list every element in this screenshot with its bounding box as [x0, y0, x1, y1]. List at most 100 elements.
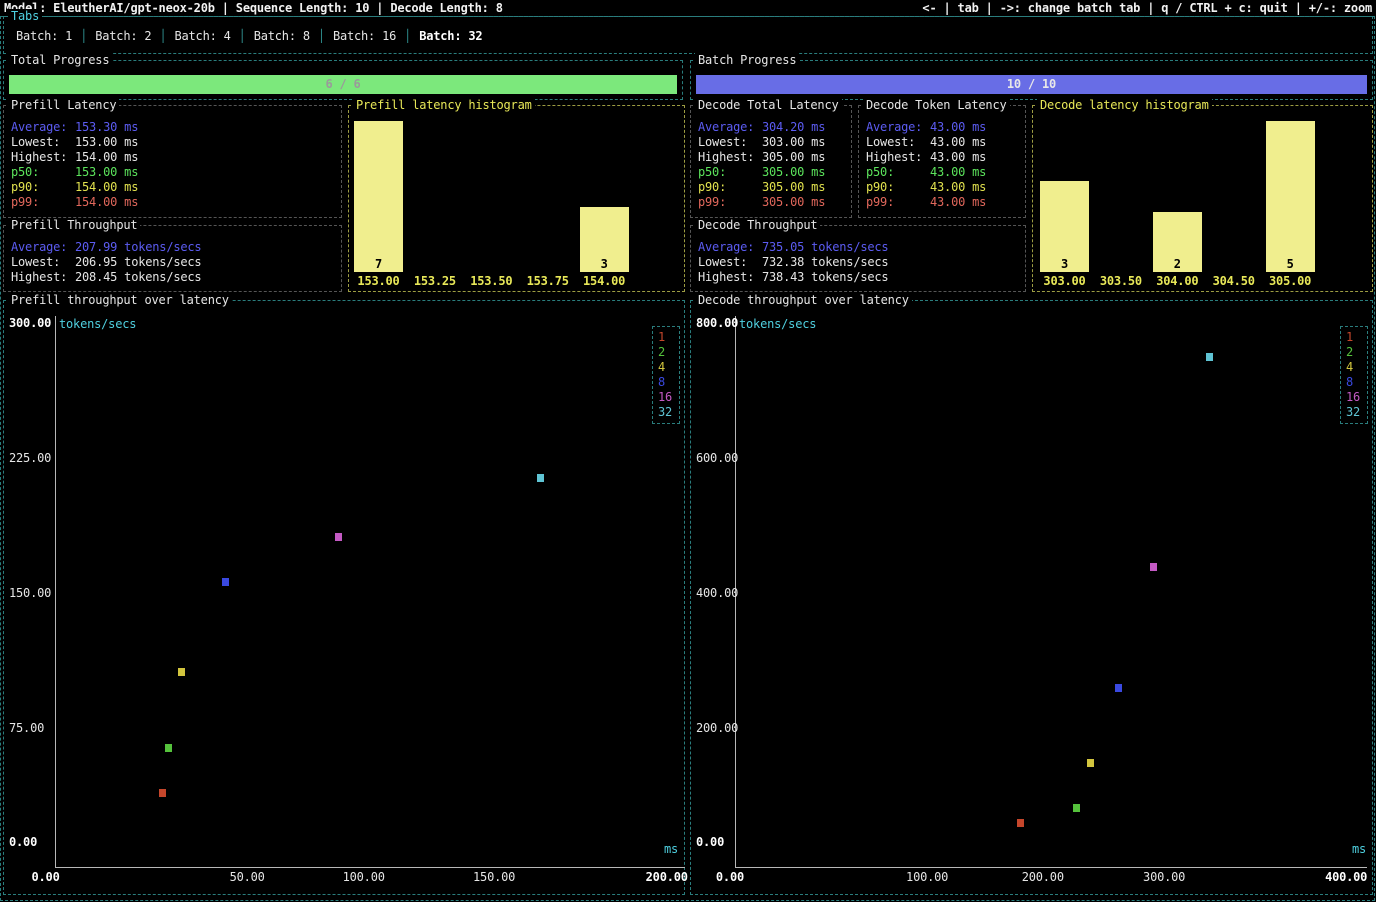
- y-tick-label: 0.00: [9, 835, 37, 850]
- stat-row-highest: Highest:43.00 ms: [866, 150, 1021, 165]
- legend-item-batch-8: 8: [658, 375, 679, 390]
- scatter-point-batch-4: [178, 668, 185, 676]
- prefill-scatter-title: Prefill throughput over latency: [8, 293, 232, 308]
- histogram-x-label: 153.25: [410, 274, 459, 289]
- total-progress-title: Total Progress: [8, 53, 112, 68]
- stat-row-p50: p50:43.00 ms: [866, 165, 1021, 180]
- y-tick-label: 75.00: [9, 721, 44, 736]
- legend-item-batch-4: 4: [1346, 360, 1367, 375]
- stat-row-average: Average:735.05 tokens/secs: [698, 240, 1021, 255]
- tab-separator: │: [159, 29, 166, 44]
- histogram-bar: 7: [354, 121, 403, 272]
- decode-token-latency-panel: Decode Token Latency Average:43.00 msLow…: [858, 105, 1026, 218]
- stat-row-p99: p99:43.00 ms: [866, 195, 1021, 210]
- stat-row-lowest: Lowest:303.00 ms: [698, 135, 847, 150]
- tab-batch-32[interactable]: Batch: 32: [411, 29, 490, 44]
- x-tick-label: 100.00: [343, 870, 385, 885]
- decode-total-latency-title: Decode Total Latency: [695, 98, 842, 113]
- batch-progress-panel: Batch Progress 10 / 10: [690, 60, 1373, 100]
- y-axis-unit-label: tokens/secs: [739, 317, 816, 332]
- tab-batch-8[interactable]: Batch: 8: [246, 29, 318, 44]
- stat-row-average: Average:304.20 ms: [698, 120, 847, 135]
- y-tick-label: 200.00: [696, 721, 738, 736]
- prefill-scatter-panel: Prefill throughput over latency tokens/s…: [3, 300, 685, 895]
- y-axis-line: [55, 316, 56, 867]
- tab-batch-16[interactable]: Batch: 16: [325, 29, 404, 44]
- decode-token-latency-title: Decode Token Latency: [863, 98, 1010, 113]
- batch-progress-title: Batch Progress: [695, 53, 799, 68]
- decode-throughput-title: Decode Throughput: [695, 218, 820, 233]
- y-tick-label: 225.00: [9, 451, 51, 466]
- histogram-bar-count: 3: [580, 257, 629, 272]
- histogram-bar: 3: [1040, 181, 1089, 272]
- keyboard-hints: <- | tab | ->: change batch tab | q / CT…: [922, 1, 1372, 15]
- tab-bar: Batch: 1│Batch: 2│Batch: 4│Batch: 8│Batc…: [8, 29, 1368, 44]
- model-info: Model: EleutherAI/gpt-neox-20b | Sequenc…: [4, 1, 503, 15]
- x-tick-row: 0.0050.00100.00150.00200.00: [55, 870, 685, 885]
- x-tick-label: 200.00: [646, 870, 688, 885]
- stat-row-lowest: Lowest:153.00 ms: [11, 135, 337, 150]
- tab-batch-1[interactable]: Batch: 1: [8, 29, 80, 44]
- scatter-point-batch-8: [1115, 684, 1122, 692]
- prefill-latency-panel: Prefill Latency Average:153.30 msLowest:…: [3, 105, 342, 218]
- x-tick-row: 0.00100.00200.00300.00400.00: [735, 870, 1367, 885]
- tab-batch-4[interactable]: Batch: 4: [166, 29, 238, 44]
- decode-histogram-panel: Decode latency histogram 325 303.00303.5…: [1032, 105, 1373, 292]
- legend-item-batch-1: 1: [1346, 330, 1367, 345]
- x-axis-line: [55, 867, 685, 868]
- stat-row-lowest: Lowest:732.38 tokens/secs: [698, 255, 1021, 270]
- stat-row-p90: p90:305.00 ms: [698, 180, 847, 195]
- histogram-x-label: 153.50: [467, 274, 516, 289]
- x-tick-label: 400.00: [1325, 870, 1367, 885]
- prefill-latency-title: Prefill Latency: [8, 98, 119, 113]
- x-axis-line: [735, 867, 1367, 868]
- decode-histogram-title: Decode latency histogram: [1037, 98, 1212, 113]
- stat-row-p90: p90:43.00 ms: [866, 180, 1021, 195]
- prefill-throughput-title: Prefill Throughput: [8, 218, 140, 233]
- scatter-point-batch-1: [159, 789, 166, 797]
- decode-scatter-title: Decode throughput over latency: [695, 293, 912, 308]
- decode-token-latency-rows: Average:43.00 msLowest:43.00 msHighest:4…: [866, 120, 1021, 210]
- decode-total-latency-rows: Average:304.20 msLowest:303.00 msHighest…: [698, 120, 847, 210]
- x-axis-unit-label: ms: [1352, 842, 1366, 857]
- tab-batch-2[interactable]: Batch: 2: [87, 29, 159, 44]
- histogram-bar: 2: [1153, 212, 1202, 272]
- histogram-x-label: 154.00: [580, 274, 629, 289]
- legend-item-batch-8: 8: [1346, 375, 1367, 390]
- total-progress-value: 6 / 6: [325, 77, 360, 92]
- prefill-histogram-panel: Prefill latency histogram 73 153.00153.2…: [348, 105, 685, 292]
- legend-item-batch-32: 32: [1346, 405, 1367, 420]
- prefill-throughput-panel: Prefill Throughput Average:207.99 tokens…: [3, 225, 342, 292]
- scatter-point-batch-2: [1073, 804, 1080, 812]
- stat-row-p90: p90:154.00 ms: [11, 180, 337, 195]
- tab-separator: │: [239, 29, 246, 44]
- scatter-point-batch-32: [537, 474, 544, 482]
- prefill-latency-rows: Average:153.30 msLowest:153.00 msHighest…: [11, 120, 337, 210]
- scatter-point-batch-1: [1017, 819, 1024, 827]
- stat-row-average: Average:43.00 ms: [866, 120, 1021, 135]
- batch-progress-value: 10 / 10: [1007, 77, 1056, 92]
- scatter-point-batch-32: [1206, 353, 1213, 361]
- x-tick-label: 150.00: [473, 870, 515, 885]
- legend-item-batch-16: 16: [1346, 390, 1367, 405]
- stat-row-p50: p50:305.00 ms: [698, 165, 847, 180]
- stat-row-p99: p99:154.00 ms: [11, 195, 337, 210]
- y-tick-label: 150.00: [9, 586, 51, 601]
- histogram-x-label: 303.50: [1096, 274, 1145, 289]
- scatter-point-batch-2: [165, 744, 172, 752]
- legend-item-batch-32: 32: [658, 405, 679, 420]
- tabs-panel-title: Tabs: [8, 9, 42, 24]
- decode-histogram-axis-labels: 303.00303.50304.00304.50305.00: [1035, 274, 1370, 289]
- total-progress-bar: 6 / 6: [9, 75, 677, 94]
- x-axis-unit-label: ms: [664, 842, 678, 857]
- tab-separator: │: [404, 29, 411, 44]
- stat-row-average: Average:207.99 tokens/secs: [11, 240, 337, 255]
- histogram-bar-count: 3: [1040, 257, 1089, 272]
- scatter-point-batch-4: [1087, 759, 1094, 767]
- prefill-histogram-title: Prefill latency histogram: [353, 98, 535, 113]
- tab-separator: │: [318, 29, 325, 44]
- legend-item-batch-2: 2: [1346, 345, 1367, 360]
- stat-row-highest: Highest:154.00 ms: [11, 150, 337, 165]
- histogram-x-label: 305.00: [1266, 274, 1315, 289]
- histogram-x-label: 153.75: [523, 274, 572, 289]
